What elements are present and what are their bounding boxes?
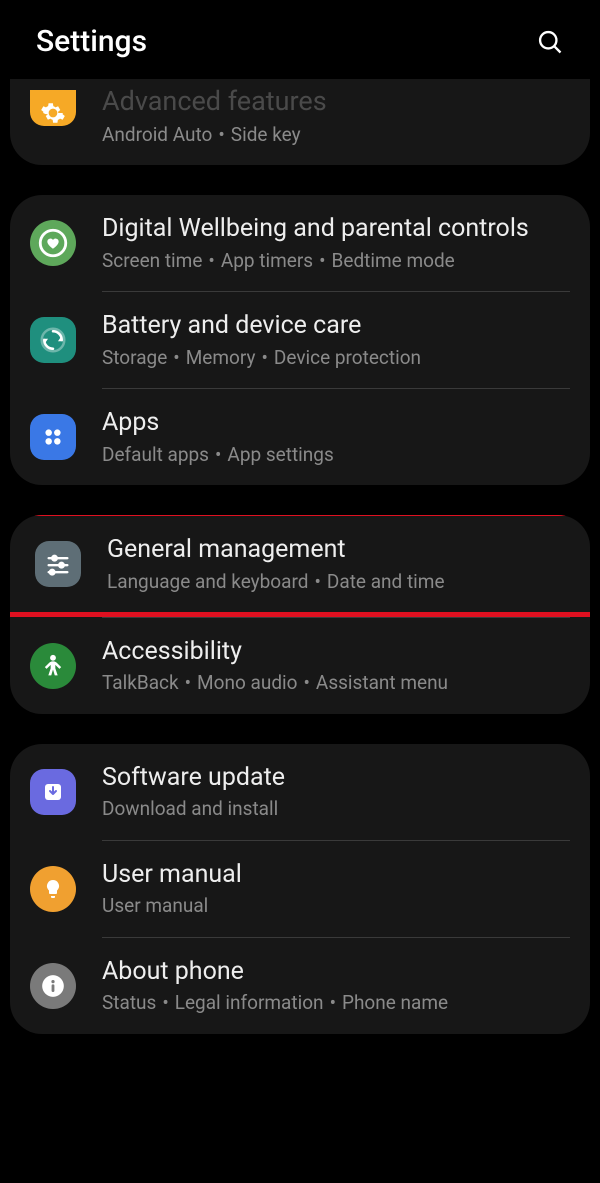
- row-title: General management: [107, 534, 565, 565]
- row-subtitle-part: Assistant menu: [316, 671, 448, 694]
- settings-row-apps[interactable]: Apps Default apps • App settings: [10, 389, 590, 485]
- row-subtitle: Default apps • App settings: [102, 443, 570, 468]
- separator-dot: •: [173, 346, 179, 369]
- separator-dot: •: [218, 123, 224, 146]
- row-subtitle-part: App timers: [221, 249, 313, 272]
- row-subtitle-part: TalkBack: [102, 671, 179, 694]
- separator-dot: •: [304, 671, 310, 694]
- settings-row-accessibility[interactable]: Accessibility TalkBack • Mono audio • Assista…: [10, 618, 590, 714]
- settings-row-about-phone[interactable]: About phone Status • Legal information • Phon…: [10, 938, 590, 1034]
- row-subtitle: User manual: [102, 894, 570, 919]
- separator-dot: •: [162, 991, 168, 1014]
- separator-dot: •: [319, 249, 325, 272]
- page-title: Settings: [36, 24, 147, 59]
- search-button[interactable]: [536, 28, 564, 56]
- settings-row-digital-wellbeing[interactable]: Digital Wellbeing and parental controls S…: [10, 195, 590, 291]
- heart-ring-icon: [30, 220, 76, 266]
- separator-dot: •: [261, 346, 267, 369]
- info-icon: [30, 963, 76, 1009]
- row-subtitle-part: Date and time: [327, 570, 445, 593]
- row-title: Battery and device care: [102, 310, 570, 341]
- row-text: Software update Download and install: [102, 762, 570, 822]
- separator-dot: •: [330, 991, 336, 1014]
- settings-row-general-management[interactable]: General management Language and keyboard •…: [10, 515, 590, 617]
- row-subtitle-part: App settings: [227, 443, 333, 466]
- settings-row-software-update[interactable]: Software update Download and install: [10, 744, 590, 840]
- four-dots-icon: [30, 414, 76, 460]
- settings-group: General management Language and keyboard •…: [10, 515, 590, 714]
- row-subtitle-part: Memory: [186, 346, 256, 369]
- person-icon: [30, 643, 76, 689]
- row-subtitle-part: Phone name: [342, 991, 448, 1014]
- search-icon: [536, 28, 564, 56]
- separator-dot: •: [314, 570, 320, 593]
- row-title: About phone: [102, 956, 570, 987]
- bulb-icon: [30, 866, 76, 912]
- refresh-ring-icon: [30, 317, 76, 363]
- gear-badge-icon: [30, 90, 76, 126]
- row-subtitle-part: Language and keyboard: [107, 570, 308, 593]
- row-text: User manual User manual: [102, 859, 570, 919]
- row-subtitle-part: Screen time: [102, 249, 202, 272]
- row-subtitle: Download and install: [102, 797, 570, 822]
- row-subtitle-part: Mono audio: [197, 671, 297, 694]
- settings-group: Advanced features Android Auto • Side key: [10, 79, 590, 165]
- settings-row-advanced-features[interactable]: Advanced features Android Auto • Side key: [10, 79, 590, 165]
- row-text: Digital Wellbeing and parental controls S…: [102, 213, 570, 273]
- row-subtitle-part: Storage: [102, 346, 167, 369]
- row-text: Apps Default apps • App settings: [102, 407, 570, 467]
- row-title: User manual: [102, 859, 570, 890]
- row-subtitle: TalkBack • Mono audio • Assistant menu: [102, 671, 570, 696]
- settings-group: Software update Download and install User …: [10, 744, 590, 1034]
- row-subtitle: Storage•Memory•Device protection: [102, 346, 570, 371]
- row-subtitle-part: Default apps: [102, 443, 209, 466]
- header: Settings: [0, 0, 600, 79]
- row-text: About phone Status • Legal information • Phon…: [102, 956, 570, 1016]
- row-subtitle: Language and keyboard • Date and time: [107, 570, 565, 595]
- row-text: Advanced features Android Auto • Side key: [102, 85, 570, 147]
- row-subtitle: Screen time • App timers • Bedtime mode: [102, 249, 570, 274]
- row-text: General management Language and keyboard •…: [107, 534, 565, 594]
- download-badge-icon: [30, 769, 76, 815]
- row-subtitle-part: Bedtime mode: [332, 249, 455, 272]
- row-title: Advanced features: [102, 85, 570, 119]
- row-title: Accessibility: [102, 636, 570, 667]
- row-text: Battery and device careStorage•Memory•De…: [102, 310, 570, 370]
- row-title: Apps: [102, 407, 570, 438]
- row-title: Digital Wellbeing and parental controls: [102, 213, 570, 244]
- row-subtitle-part: Download and install: [102, 797, 278, 820]
- settings-row-battery-care[interactable]: Battery and device careStorage•Memory•De…: [10, 292, 590, 388]
- row-subtitle-part: Side key: [231, 123, 301, 146]
- row-subtitle-part: Device protection: [274, 346, 421, 369]
- row-text: Accessibility TalkBack • Mono audio • Assista…: [102, 636, 570, 696]
- settings-group: Digital Wellbeing and parental controls S…: [10, 195, 590, 485]
- row-subtitle-part: Android Auto: [102, 123, 212, 146]
- row-subtitle: Status • Legal information • Phone name: [102, 991, 570, 1016]
- row-subtitle-part: User manual: [102, 894, 208, 917]
- separator-dot: •: [208, 249, 214, 272]
- row-subtitle-part: Status: [102, 991, 156, 1014]
- settings-row-user-manual[interactable]: User manual User manual: [10, 841, 590, 937]
- separator-dot: •: [185, 671, 191, 694]
- sliders-icon: [35, 541, 81, 587]
- row-subtitle: Android Auto • Side key: [102, 123, 570, 148]
- row-title: Software update: [102, 762, 570, 793]
- separator-dot: •: [215, 443, 221, 466]
- row-subtitle-part: Legal information: [175, 991, 324, 1014]
